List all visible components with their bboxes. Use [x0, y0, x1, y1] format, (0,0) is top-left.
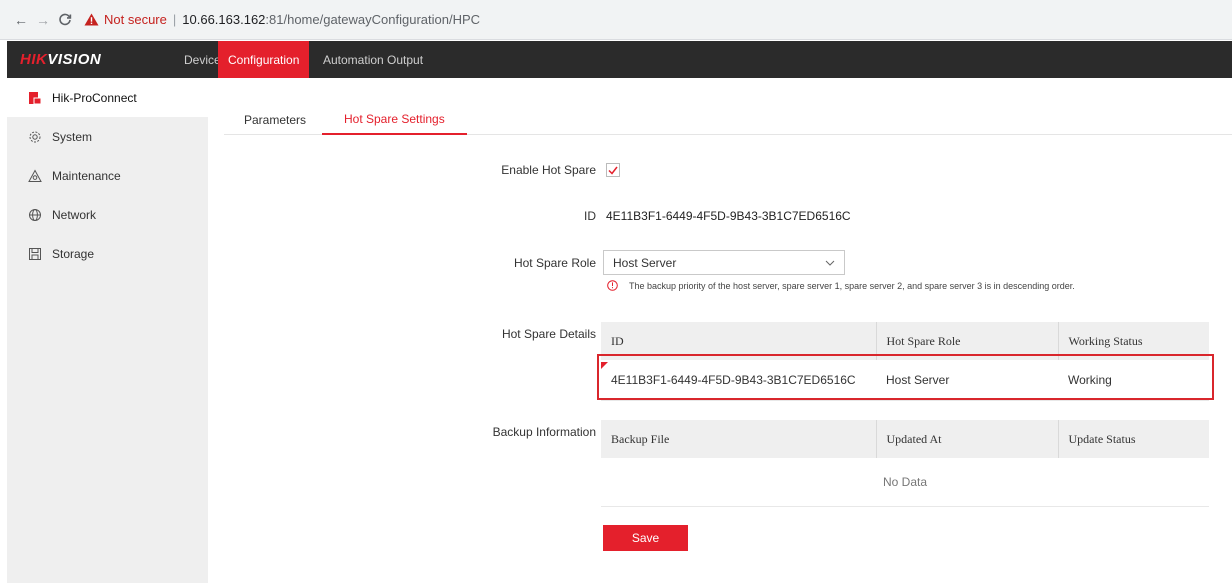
security-label: Not secure: [104, 12, 167, 27]
hikvision-logo: HIKVISION: [20, 51, 102, 68]
hot-spare-role-select[interactable]: Host Server: [603, 250, 845, 275]
gear-icon: [27, 129, 43, 145]
sidebar-item-label: Storage: [52, 246, 95, 261]
backup-information-label: Backup Information: [492, 425, 596, 439]
url-host[interactable]: 10.66.163.162: [182, 12, 265, 27]
backup-information-table: Backup File Updated At Update Status No …: [601, 420, 1209, 507]
backup-priority-hint: The backup priority of the host server, …: [607, 280, 1075, 291]
sidebar-item-hik-proconnect[interactable]: Hik-ProConnect: [7, 78, 208, 117]
sidebar-item-system[interactable]: System: [7, 117, 208, 156]
security-warning[interactable]: Not secure: [84, 12, 167, 27]
column-header-backup-file: Backup File: [601, 420, 876, 458]
tab-bar: Parameters Hot Spare Settings: [224, 104, 1232, 135]
maintenance-icon: [27, 168, 43, 184]
url-separator: |: [172, 12, 177, 27]
nav-configuration[interactable]: Configuration: [218, 41, 310, 78]
id-label: ID: [584, 209, 596, 223]
highlight-box: [597, 354, 1214, 400]
nav-automation-output[interactable]: Automation Output: [313, 41, 433, 78]
id-value: 4E11B3F1-6449-4F5D-9B43-3B1C7ED6516C: [606, 209, 851, 223]
sidebar-item-label: Hik-ProConnect: [52, 90, 137, 105]
globe-icon: [27, 207, 43, 223]
hot-spare-role-label: Hot Spare Role: [513, 256, 596, 270]
chevron-down-icon: [825, 260, 835, 266]
hot-spare-details-label: Hot Spare Details: [501, 327, 596, 341]
app-header: HIKVISION Device Configuration Automatio…: [7, 41, 1232, 78]
table-header-row: Backup File Updated At Update Status: [601, 420, 1209, 458]
table-row: No Data: [601, 458, 1209, 507]
sidebar-item-network[interactable]: Network: [7, 195, 208, 234]
storage-icon: [27, 246, 43, 262]
url-path[interactable]: :81/home/gatewayConfiguration/HPC: [265, 12, 480, 27]
browser-address-bar: ← → Not secure | 10.66.163.162 :81/home/…: [0, 0, 1232, 40]
warning-icon: [84, 13, 99, 26]
hot-spare-role-value: Host Server: [613, 255, 677, 270]
enable-hot-spare-label: Enable Hot Spare: [501, 163, 596, 177]
tab-parameters[interactable]: Parameters: [244, 104, 306, 135]
hint-text: The backup priority of the host server, …: [629, 280, 1075, 291]
column-header-updated-at: Updated At: [875, 420, 1058, 458]
enable-hot-spare-checkbox[interactable]: [606, 163, 620, 177]
sidebar-item-label: Network: [52, 207, 97, 222]
back-icon[interactable]: ←: [10, 9, 32, 31]
forward-icon[interactable]: →: [32, 9, 54, 31]
reload-icon[interactable]: [54, 9, 76, 31]
sidebar-item-maintenance[interactable]: Maintenance: [7, 156, 208, 195]
checkmark-icon: [608, 166, 618, 175]
hpc-icon: [27, 90, 43, 106]
tab-hot-spare-settings[interactable]: Hot Spare Settings: [322, 104, 467, 135]
no-data-text: No Data: [601, 458, 1209, 507]
info-circle-icon: [607, 280, 618, 291]
sidebar-item-label: System: [52, 129, 93, 144]
save-button[interactable]: Save: [603, 525, 688, 551]
sidebar-item-label: Maintenance: [52, 168, 121, 183]
sidebar-item-storage[interactable]: Storage: [7, 234, 208, 273]
column-header-update-status: Update Status: [1057, 420, 1209, 458]
sidebar: Hik-ProConnect System Maintenance Networ…: [7, 78, 208, 583]
